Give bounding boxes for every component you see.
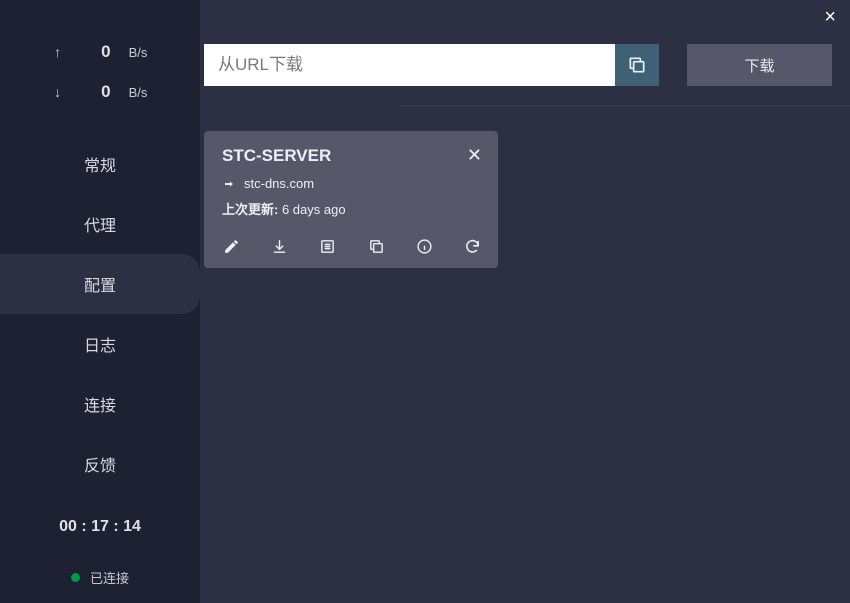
uptime-timer: 00 : 17 : 14 xyxy=(0,500,200,554)
list-icon[interactable] xyxy=(319,236,337,256)
traffic-stats: ↑ 0 B/s ↓ 0 B/s xyxy=(0,0,200,124)
save-icon[interactable] xyxy=(270,236,288,256)
profile-card: STC-SERVER ✕ stc-dns.com 上次更新: 6 days ag… xyxy=(204,131,498,268)
profile-domain-line: stc-dns.com xyxy=(222,176,482,191)
update-label: 上次更新: xyxy=(222,202,278,217)
card-header: STC-SERVER ✕ xyxy=(222,145,482,166)
sidebar-footer: 00 : 17 : 14 已连接 xyxy=(0,500,200,603)
nav-feedback[interactable]: 反馈 xyxy=(0,434,200,494)
duplicate-icon[interactable] xyxy=(367,236,385,256)
nav-log[interactable]: 日志 xyxy=(0,314,200,374)
status-text: 已连接 xyxy=(90,568,129,587)
nav-proxy[interactable]: 代理 xyxy=(0,194,200,254)
link-icon xyxy=(222,178,236,190)
upload-value: 0 xyxy=(81,42,111,62)
download-unit: B/s xyxy=(129,85,148,100)
connection-status: 已连接 xyxy=(0,554,200,587)
card-actions xyxy=(222,236,482,256)
nav-general[interactable]: 常规 xyxy=(0,134,200,194)
close-icon[interactable]: ✕ xyxy=(467,145,482,166)
url-download-row: 下载 xyxy=(200,44,850,86)
divider xyxy=(400,105,850,106)
profile-name: STC-SERVER xyxy=(222,146,331,166)
profile-update-line: 上次更新: 6 days ago xyxy=(222,199,482,218)
info-icon[interactable] xyxy=(415,236,433,256)
download-value: 0 xyxy=(81,82,111,102)
edit-icon[interactable] xyxy=(222,236,240,256)
update-value: 6 days ago xyxy=(282,202,346,217)
arrow-up-icon: ↑ xyxy=(53,44,63,60)
status-dot-icon xyxy=(71,573,80,582)
nav-config[interactable]: 配置 xyxy=(0,254,200,314)
url-input[interactable] xyxy=(204,44,615,86)
refresh-icon[interactable] xyxy=(464,236,482,256)
main-content: 下载 STC-SERVER ✕ stc-dns.com 上次更新: 6 days… xyxy=(200,0,850,603)
download-stat: ↓ 0 B/s xyxy=(0,72,200,112)
url-input-wrapper xyxy=(204,44,659,86)
paste-button[interactable] xyxy=(615,44,659,86)
nav-connection[interactable]: 连接 xyxy=(0,374,200,434)
arrow-down-icon: ↓ xyxy=(53,84,63,100)
copy-icon xyxy=(627,55,647,75)
sidebar: ↑ 0 B/s ↓ 0 B/s 常规 代理 配置 日志 连接 反馈 00 : 1… xyxy=(0,0,200,603)
upload-unit: B/s xyxy=(129,45,148,60)
nav: 常规 代理 配置 日志 连接 反馈 xyxy=(0,124,200,500)
upload-stat: ↑ 0 B/s xyxy=(0,32,200,72)
download-button[interactable]: 下载 xyxy=(687,44,832,86)
profile-domain: stc-dns.com xyxy=(244,176,314,191)
